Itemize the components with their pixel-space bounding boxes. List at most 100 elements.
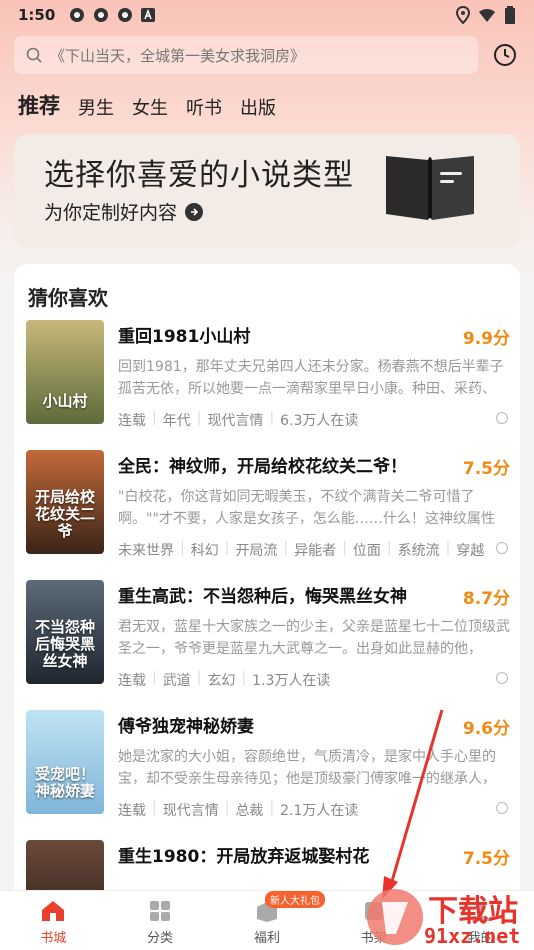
book-tag: 1.3万人在读 <box>252 673 331 689</box>
wifi-icon <box>479 8 495 22</box>
category-tabs: 推荐 男生 女生 听书 出版 <box>18 88 276 120</box>
search-placeholder: 《下山当天，全城第一美女求我洞房》 <box>50 46 306 65</box>
book-tag: 玄幻 <box>207 673 236 689</box>
book-title[interactable]: 重生高武：不当怨种后，悔哭黑丝女神 <box>118 582 407 607</box>
dismiss-icon[interactable] <box>496 542 508 554</box>
welfare-badge: 新人大礼包 <box>264 891 325 908</box>
book-score: 9.9分 <box>462 329 510 349</box>
book-tag: 连载 <box>118 803 146 819</box>
book-list-item[interactable]: 开局给校花纹关二爷 全民：神纹师，开局给校花纹关二爷！ 7.5分 "白校花，你这背如同… <box>26 450 510 560</box>
search-box[interactable]: 《下山当天，全城第一美女求我洞房》 <box>14 36 478 74</box>
genre-banner[interactable]: 选择你喜爱的小说类型 为你定制好内容 <box>14 134 520 248</box>
book-tag: 连载 <box>118 673 146 689</box>
book-list-item[interactable]: 受宠吧！神秘娇妻 傅爷独宠神秘娇妻 9.6分她是沈家的大小姐，容颜绝世，气质清冷，是… <box>26 710 510 820</box>
book-tag: 异能者 <box>294 543 337 559</box>
book-title[interactable]: 重回1981小山村 <box>118 322 250 347</box>
book-description: "白校花，你这背如同无暇美玉，不纹个满背关二爷可惜了啊。""才不要，人家是女孩子… <box>118 489 495 527</box>
book-cover[interactable]: 不当怨种后悔哭黑丝女神 <box>26 580 104 684</box>
app-icon <box>118 8 133 22</box>
nav-category[interactable]: 分类 <box>120 899 200 946</box>
nav-bookstore[interactable]: 书城 <box>13 899 93 946</box>
book-tags: 连载 | 年代 | 现代言情 | 6.3万人在读 <box>118 410 358 430</box>
nav-welfare[interactable]: 新人大礼包 福利 <box>227 891 325 946</box>
book-description: 她是沈家的大小姐，容颜绝世，气质清冷，是家中人手心里的宝，却不受亲生母亲待见；他… <box>118 749 496 787</box>
book-tags: 未来世界 | 科幻 | 开局流 | 异能者 | 位面 | 系统流 | 穿越 <box>118 540 484 560</box>
tag-separator: | <box>180 540 185 556</box>
site-watermark: 下载站 91xz.net <box>362 884 534 950</box>
section-title: 猜你喜欢 <box>28 286 108 310</box>
grid-icon <box>150 901 171 921</box>
banner-subtitle-text: 为你定制好内容 <box>44 202 178 224</box>
book-tag: 系统流 <box>397 543 440 559</box>
tag-separator: | <box>224 800 230 816</box>
book-tag: 科幻 <box>190 543 219 559</box>
banner-subtitle: 为你定制好内容 <box>44 198 204 225</box>
status-right-icons <box>456 6 516 24</box>
tab-publish[interactable]: 出版 <box>240 94 276 120</box>
tag-separator: | <box>196 670 202 686</box>
book-cover-text: 开局给校花纹关二爷 <box>34 488 95 540</box>
history-button[interactable] <box>490 40 520 70</box>
book-tag: 现代言情 <box>162 803 219 819</box>
app-icon <box>70 8 85 22</box>
search-icon <box>26 47 42 63</box>
book-tag: 连载 <box>118 413 146 429</box>
book-score: 7.5分 <box>462 849 510 869</box>
book-cover-text: 小山村 <box>42 392 88 410</box>
book-tags: 连载 | 现代言情 | 总裁 | 2.1万人在读 <box>118 800 358 820</box>
book-cover-text: 受宠吧！神秘娇妻 <box>34 765 95 800</box>
book-score: 9.6分 <box>462 719 510 739</box>
tag-separator: | <box>196 410 202 426</box>
tag-separator: | <box>152 800 157 816</box>
book-list-item[interactable]: 不当怨种后悔哭黑丝女神 重生高武：不当怨种后，悔哭黑丝女神 8.7分 君无双，蓝星十大… <box>26 580 510 690</box>
book-list-item[interactable]: 小山村 重回1981小山村 9.9分回到1981，那年丈夫兄弟四人还未分家。杨春燕不… <box>26 320 510 430</box>
book-tag: 6.3万人在读 <box>280 413 359 429</box>
book-cover[interactable]: 开局给校花纹关二爷 <box>26 450 104 554</box>
status-bar: 1:50 <box>0 0 534 30</box>
location-icon <box>456 6 470 24</box>
book-tag: 总裁 <box>235 803 264 819</box>
tag-separator: | <box>224 540 230 556</box>
book-score: 8.7分 <box>462 589 510 609</box>
book-title[interactable]: 全民：神纹师，开局给校花纹关二爷！ <box>118 452 407 477</box>
tag-separator: | <box>342 540 347 556</box>
book-title[interactable]: 重生1980：开局放弃返城娶村花 <box>118 842 369 867</box>
recommendation-card: 猜你喜欢 小山村 重回1981小山村 9.9分回到1981，那年丈夫兄弟四人还未分家… <box>14 264 520 904</box>
dismiss-icon[interactable] <box>496 802 508 814</box>
dismiss-icon[interactable] <box>496 412 508 424</box>
battery-icon <box>505 6 515 24</box>
nav-category-label: 分类 <box>147 931 174 946</box>
tab-audiobook[interactable]: 听书 <box>186 94 222 120</box>
tag-separator: | <box>152 410 157 426</box>
tag-separator: | <box>269 800 275 816</box>
tag-separator: | <box>283 540 289 556</box>
clock-icon <box>494 44 516 66</box>
tag-separator: | <box>241 670 247 686</box>
book-cover-text: 不当怨种后悔哭黑丝女神 <box>34 618 95 670</box>
watermark-domain: 91xz.net <box>424 924 521 948</box>
book-cover[interactable]: 受宠吧！神秘娇妻 <box>26 710 104 814</box>
book-tag: 年代 <box>162 413 191 429</box>
app-icon <box>94 8 109 22</box>
status-left-icons <box>69 7 156 23</box>
tag-separator: | <box>269 410 275 426</box>
tag-separator: | <box>152 670 157 686</box>
book-description: 回到1981，那年丈夫兄弟四人还未分家。杨春燕不想后半辈子孤苦无依，所以她要一点… <box>118 359 504 397</box>
tab-male[interactable]: 男生 <box>78 94 114 120</box>
tab-female[interactable]: 女生 <box>132 94 168 120</box>
a-icon <box>141 8 156 22</box>
book-icon <box>386 156 474 220</box>
arrow-right-icon <box>185 202 204 221</box>
book-tag: 武道 <box>162 673 191 689</box>
book-tag: 开局流 <box>235 543 278 559</box>
dismiss-icon[interactable] <box>496 672 508 684</box>
home-icon <box>42 901 65 921</box>
tag-separator: | <box>445 540 451 556</box>
book-title[interactable]: 傅爷独宠神秘娇妻 <box>118 712 254 737</box>
book-score: 7.5分 <box>462 459 510 479</box>
book-cover[interactable]: 小山村 <box>26 320 104 424</box>
tab-recommend[interactable]: 推荐 <box>18 90 60 120</box>
status-time: 1:50 <box>18 6 56 24</box>
book-tag: 位面 <box>352 543 381 559</box>
tag-separator: | <box>386 540 392 556</box>
